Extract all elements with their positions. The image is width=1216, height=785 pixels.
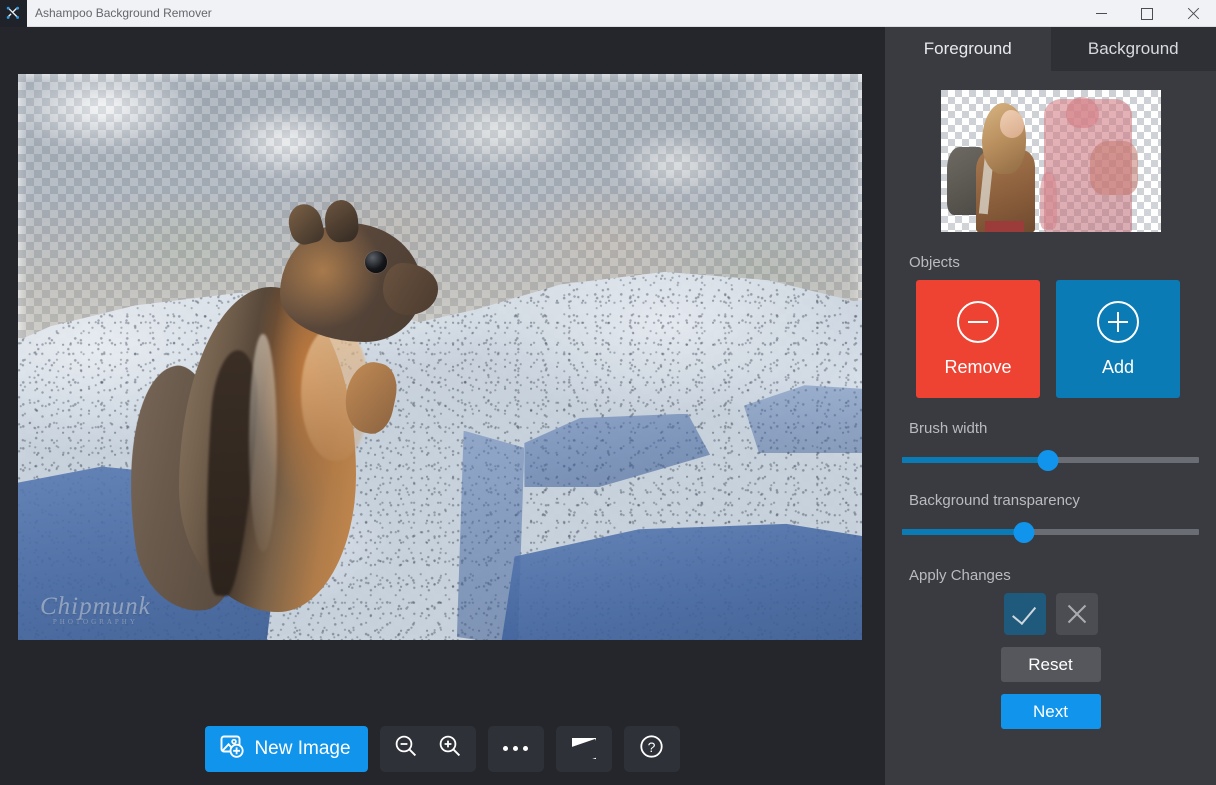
apply-changes-section: Apply Changes Reset Next [885, 567, 1216, 729]
remove-object-button[interactable]: Remove [916, 280, 1040, 398]
more-options-icon [503, 746, 529, 751]
close-icon [1187, 8, 1199, 20]
maximize-button[interactable] [1124, 0, 1170, 27]
title-bar: Ashampoo Background Remover [0, 0, 1216, 27]
add-image-icon [219, 733, 245, 765]
more-options-button[interactable] [494, 727, 538, 771]
image-watermark-sub: PHOTOGRAPHY [52, 618, 138, 626]
zoom-in-icon [437, 733, 463, 764]
background-transparency-section: Background transparency [885, 492, 1216, 543]
scissors-icon [0, 0, 27, 27]
reset-label: Reset [1028, 654, 1073, 674]
zoom-button-group [379, 725, 476, 772]
background-transparency-label: Background transparency [909, 492, 1080, 509]
apply-changes-label: Apply Changes [909, 567, 1011, 584]
app-window: Ashampoo Background Remover Chipmunk PHO… [0, 0, 1216, 785]
objects-label: Objects [909, 254, 960, 271]
new-image-button[interactable]: New Image [205, 725, 368, 772]
tab-foreground[interactable]: Foreground [885, 27, 1051, 71]
preview-thumbnail[interactable] [940, 90, 1161, 232]
window-controls [1078, 0, 1216, 27]
foreground-subject [111, 198, 438, 619]
brush-width-label: Brush width [909, 420, 988, 437]
zoom-out-button[interactable] [384, 727, 428, 771]
background-transparency-fill [902, 529, 1024, 535]
add-object-button[interactable]: Add [1056, 280, 1180, 398]
background-transparency-slider[interactable] [902, 522, 1199, 543]
zoom-out-icon [393, 733, 419, 764]
chipmunk-stripe-light [249, 334, 277, 553]
preview-removal-backpack [1090, 141, 1139, 196]
new-image-label: New Image [254, 737, 351, 759]
close-button[interactable] [1170, 0, 1216, 27]
next-label: Next [1033, 701, 1068, 721]
preview-removal-arm [1039, 172, 1058, 230]
brush-width-knob[interactable] [1037, 450, 1059, 471]
help-icon: ? [638, 733, 665, 765]
tab-background-label: Background [1087, 39, 1179, 58]
preview-removal-head [1065, 97, 1099, 129]
image-watermark: Chipmunk PHOTOGRAPHY [40, 593, 151, 626]
cancel-button[interactable] [1055, 593, 1098, 635]
panel-tabs: Foreground Background [885, 27, 1216, 71]
right-panel: Foreground Background Objects Remove Add… [885, 27, 1216, 785]
remove-object-label: Remove [944, 356, 1012, 377]
more-options-group [487, 725, 544, 772]
window-title: Ashampoo Background Remover [35, 6, 212, 20]
tab-foreground-label: Foreground [923, 39, 1012, 58]
brush-width-section: Brush width [885, 420, 1216, 471]
help-group: ? [623, 725, 680, 772]
compare-group [555, 725, 612, 772]
zoom-in-button[interactable] [428, 727, 472, 771]
reset-button[interactable]: Reset [1000, 647, 1101, 682]
compare-split-button[interactable] [562, 727, 606, 771]
next-button[interactable]: Next [1000, 694, 1101, 729]
compare-split-icon [571, 738, 596, 759]
minimize-icon [1095, 13, 1107, 14]
minus-circle-icon [957, 300, 999, 343]
bottom-toolbar: New Image ? [0, 712, 885, 785]
preview-keep-face [999, 109, 1025, 139]
minimize-button[interactable] [1078, 0, 1124, 27]
x-icon [1067, 604, 1087, 624]
brush-width-fill [902, 457, 1048, 463]
maximize-icon [1141, 7, 1153, 20]
help-button[interactable]: ? [630, 727, 674, 771]
preview-keep-skirt [984, 220, 1025, 232]
svg-text:?: ? [648, 739, 656, 755]
check-icon [1011, 599, 1036, 625]
plus-circle-icon [1097, 300, 1139, 343]
objects-buttons: Remove Add [916, 280, 1216, 398]
image-canvas[interactable]: Chipmunk PHOTOGRAPHY [18, 74, 862, 640]
apply-changes-buttons [885, 593, 1216, 635]
objects-section: Objects Remove Add [885, 254, 1216, 398]
background-transparency-knob[interactable] [1013, 522, 1035, 543]
confirm-button[interactable] [1003, 593, 1046, 635]
chipmunk-snout [382, 263, 438, 315]
tab-background[interactable]: Background [1050, 27, 1216, 71]
work-area: Chipmunk PHOTOGRAPHY New Image ? [0, 27, 885, 785]
add-object-label: Add [1101, 356, 1135, 377]
brush-width-slider[interactable] [902, 450, 1199, 471]
